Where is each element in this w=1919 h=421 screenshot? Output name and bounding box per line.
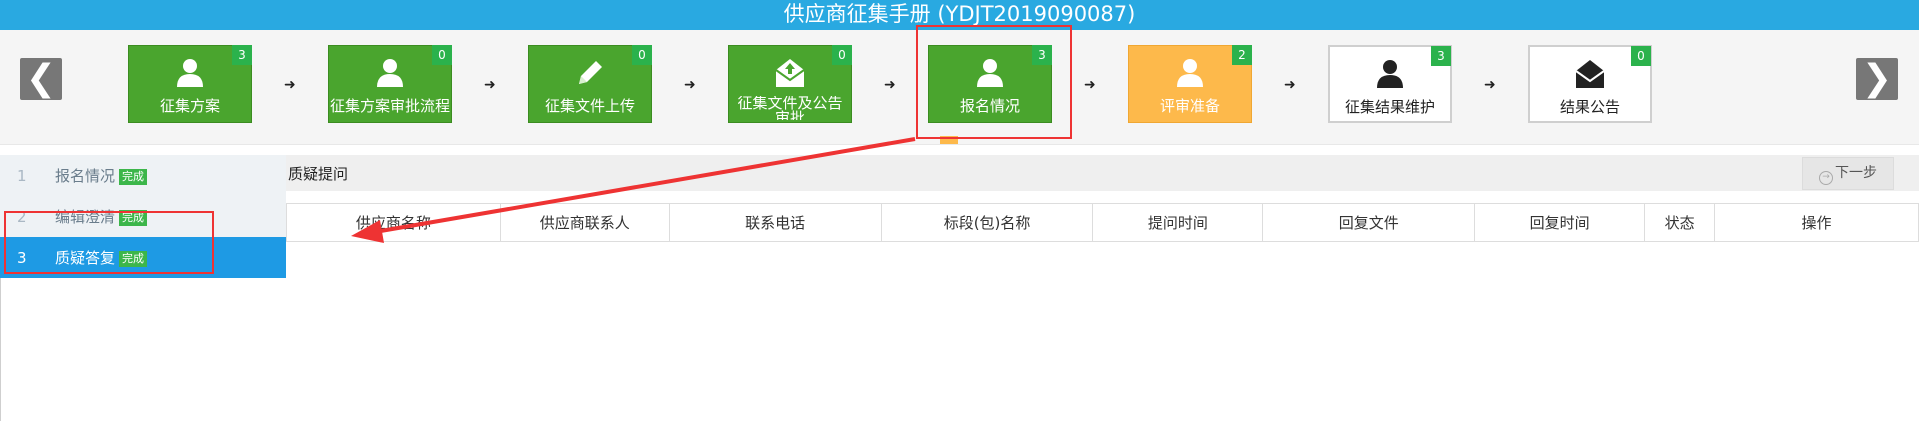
sidebar-item-label: 编辑澄清: [55, 208, 116, 226]
arrow-right-icon: ➜: [1284, 77, 1296, 93]
sidebar-item-number: 2: [17, 208, 27, 226]
sidebar-item-number: 1: [17, 167, 27, 185]
count-badge: 0: [832, 45, 852, 65]
sidebar-item-label: 报名情况: [55, 167, 116, 185]
step-document-upload[interactable]: 0 征集文件上传: [528, 45, 652, 123]
step-label: 征集结果维护: [1344, 98, 1435, 116]
count-badge: 3: [232, 45, 252, 65]
count-badge: 0: [1631, 46, 1651, 66]
count-badge: 3: [1032, 45, 1052, 65]
count-badge: 2: [1232, 45, 1252, 65]
step-plan-approval[interactable]: 0 征集方案审批流程: [328, 45, 452, 123]
user-icon: [377, 59, 403, 87]
user-icon: [177, 59, 203, 87]
column-header[interactable]: 联系电话: [668, 203, 882, 242]
step-result-announcement[interactable]: 0 结果公告: [1528, 45, 1652, 123]
count-badge: 0: [432, 45, 452, 65]
user-icon: [1377, 60, 1403, 88]
column-header[interactable]: 提问时间: [1092, 203, 1264, 242]
previous-button[interactable]: ❮: [20, 58, 62, 100]
next-step-label: 下一步: [1835, 165, 1877, 181]
arrow-right-icon: ➜: [884, 77, 896, 93]
step-document-announcement-approval[interactable]: 0 征集文件及公告审批: [728, 45, 852, 123]
panel-header: 质疑提问: [286, 155, 1919, 191]
status-badge: 完成: [119, 209, 148, 226]
window-title: 供应商征集手册 (YDJT2019090087): [0, 0, 1919, 30]
status-badge: 完成: [119, 250, 148, 267]
query-table: 供应商名称 供应商联系人 联系电话 标段(包)名称 提问时间 回复文件 回复时间…: [286, 203, 1919, 242]
table-header-row: 供应商名称 供应商联系人 联系电话 标段(包)名称 提问时间 回复文件 回复时间…: [286, 203, 1919, 242]
column-header[interactable]: 状态: [1644, 203, 1716, 242]
next-arrow-button[interactable]: ❯: [1856, 58, 1898, 100]
current-step-indicator: [940, 136, 958, 144]
pencil-icon: [579, 61, 602, 84]
step-collection-plan[interactable]: 3 征集方案: [128, 45, 252, 123]
step-label: 征集文件及公告审批: [737, 96, 843, 120]
step-review-preparation[interactable]: 2 评审准备: [1128, 45, 1252, 123]
arrow-right-icon: ➜: [484, 77, 496, 93]
step-label: 评审准备: [1159, 97, 1220, 115]
column-header[interactable]: 标段(包)名称: [880, 203, 1094, 242]
column-header[interactable]: 供应商名称: [286, 203, 501, 242]
count-badge: 3: [1431, 46, 1451, 66]
column-header[interactable]: 操作: [1714, 203, 1919, 242]
user-icon: [977, 59, 1003, 87]
step-result-maintenance[interactable]: 3 征集结果维护: [1328, 45, 1452, 123]
arrow-circle-icon: →: [1819, 171, 1833, 185]
step-label: 结果公告: [1559, 98, 1620, 116]
envelope-icon: [1575, 60, 1605, 88]
sidebar-item-number: 3: [17, 249, 27, 267]
envelope-upload-icon: [775, 59, 805, 87]
sidebar-item-registration[interactable]: 1 报名情况 完成: [0, 155, 286, 196]
arrow-right-icon: ➜: [1084, 77, 1096, 93]
step-label: 征集方案审批流程: [329, 97, 450, 115]
arrow-right-icon: ➜: [1484, 77, 1496, 93]
step-label: 征集文件上传: [544, 97, 635, 115]
count-badge: 0: [632, 45, 652, 65]
column-header[interactable]: 供应商联系人: [499, 203, 670, 242]
sidebar-item-label: 质疑答复: [55, 249, 116, 267]
next-step-button[interactable]: → 下一步: [1802, 157, 1894, 190]
status-badge: 完成: [119, 168, 148, 185]
sidebar-item-clarification[interactable]: 2 编辑澄清 完成: [0, 196, 286, 237]
column-header[interactable]: 回复文件: [1262, 203, 1476, 242]
step-label: 报名情况: [959, 97, 1020, 115]
user-icon: [1177, 59, 1203, 87]
arrow-right-icon: ➜: [284, 77, 296, 93]
column-header[interactable]: 回复时间: [1474, 203, 1646, 242]
arrow-right-icon: ➜: [684, 77, 696, 93]
panel-title: 质疑提问: [288, 165, 349, 183]
step-registration-status[interactable]: 3 报名情况: [928, 45, 1052, 123]
sidebar-item-query-reply[interactable]: 3 质疑答复 完成: [0, 237, 286, 278]
step-label: 征集方案: [159, 97, 220, 115]
